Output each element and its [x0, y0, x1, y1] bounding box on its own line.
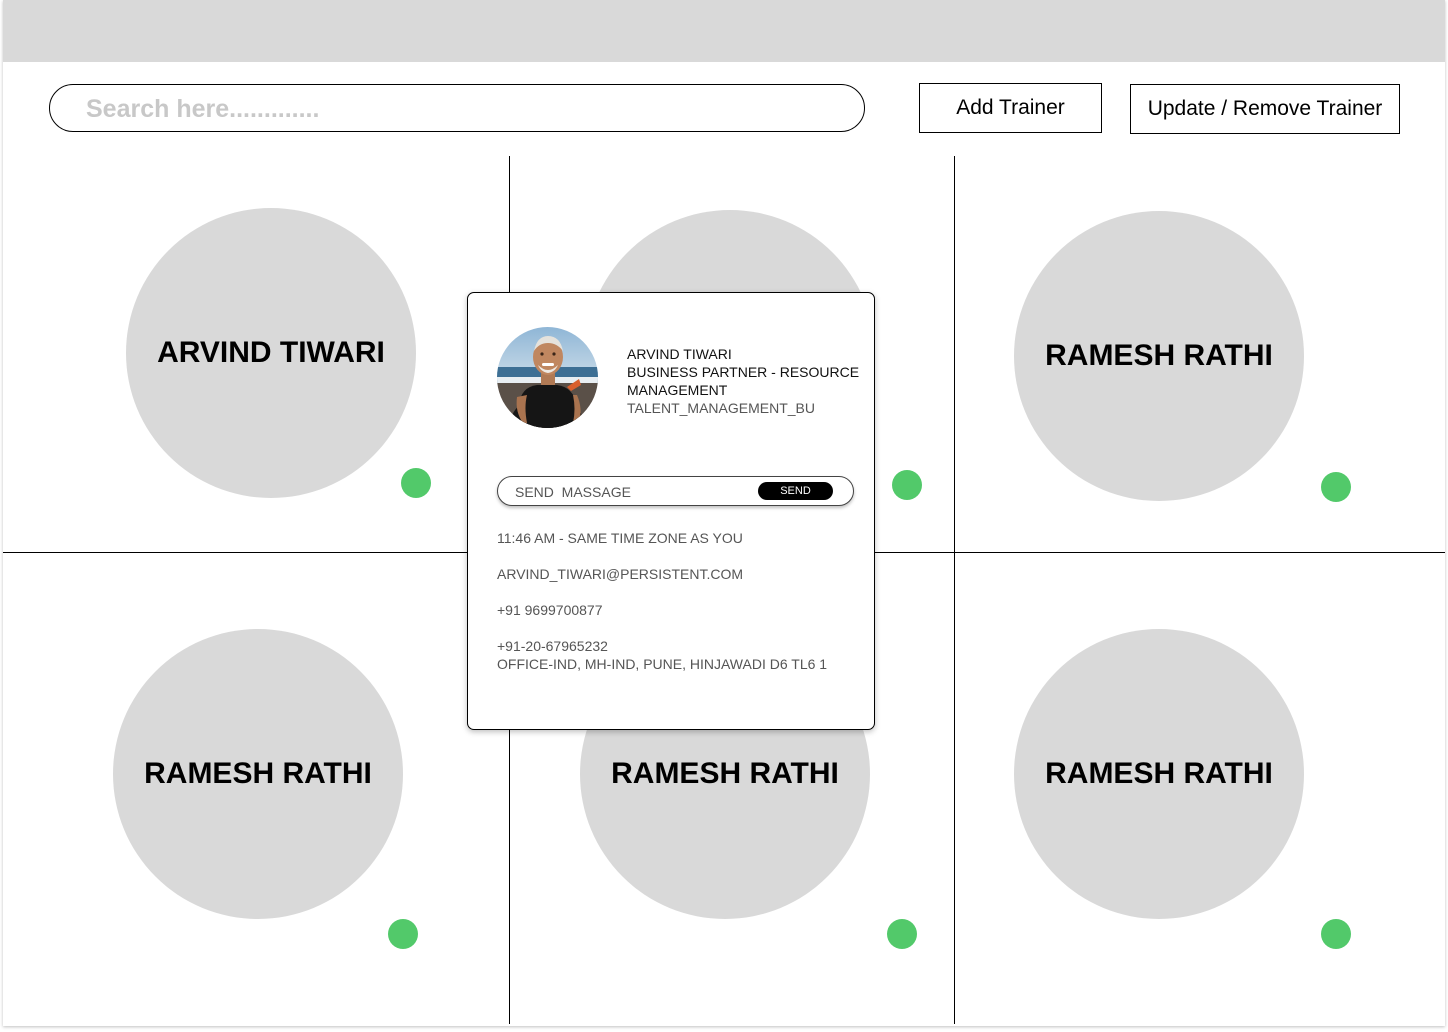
add-trainer-button[interactable]: Add Trainer	[919, 83, 1102, 133]
search-input[interactable]	[84, 91, 828, 127]
online-status-dot	[1321, 919, 1351, 949]
office-location: OFFICE-IND, MH-IND, PUNE, HINJAWADI D6 T…	[497, 656, 828, 672]
online-status-dot	[388, 919, 418, 949]
trainer-name: RAMESH RATHI	[1045, 757, 1273, 790]
search-bar[interactable]	[49, 84, 865, 132]
trainer-name: RAMESH RATHI	[611, 757, 839, 790]
trainer-card[interactable]: RAMESH RATHI	[113, 629, 403, 919]
profile-role: BUSINESS PARTNER - RESOURCE MANAGEMENT	[627, 364, 860, 398]
email-link[interactable]: ARVIND_TIWARI@PERSISTENT.COM	[497, 565, 743, 583]
trainer-name: ARVIND TIWARI	[157, 336, 385, 369]
profile-photo	[497, 327, 598, 428]
grid-divider-vertical	[954, 156, 955, 1024]
office-phone[interactable]: +91-20-67965232	[497, 637, 608, 655]
send-button[interactable]: SEND	[758, 482, 833, 500]
trainer-name: RAMESH RATHI	[1045, 339, 1273, 372]
trainer-name: RAMESH RATHI	[144, 757, 372, 790]
trainer-card[interactable]: RAMESH RATHI	[1014, 211, 1304, 501]
person-photo-icon	[497, 327, 598, 428]
profile-name: ARVIND TIWARI	[627, 346, 732, 362]
online-status-dot	[401, 468, 431, 498]
local-time-text: 11:46 AM - SAME TIME ZONE AS YOU	[497, 530, 743, 546]
online-status-dot	[887, 919, 917, 949]
trainer-card[interactable]: RAMESH RATHI	[1014, 629, 1304, 919]
online-status-dot	[892, 470, 922, 500]
trainer-profile-card: ARVIND TIWARI BUSINESS PARTNER - RESOURC…	[467, 292, 875, 730]
trainer-card[interactable]: ARVIND TIWARI	[126, 208, 416, 498]
profile-business-unit: TALENT_MANAGEMENT_BU	[627, 400, 815, 416]
message-box: SEND	[497, 476, 854, 506]
top-bar	[3, 0, 1445, 62]
update-remove-trainer-button[interactable]: Update / Remove Trainer	[1130, 84, 1400, 134]
profile-header-info: ARVIND TIWARI BUSINESS PARTNER - RESOURC…	[627, 345, 867, 417]
mobile-number[interactable]: +91 9699700877	[497, 601, 603, 619]
online-status-dot	[1321, 472, 1351, 502]
message-input[interactable]	[513, 481, 757, 503]
